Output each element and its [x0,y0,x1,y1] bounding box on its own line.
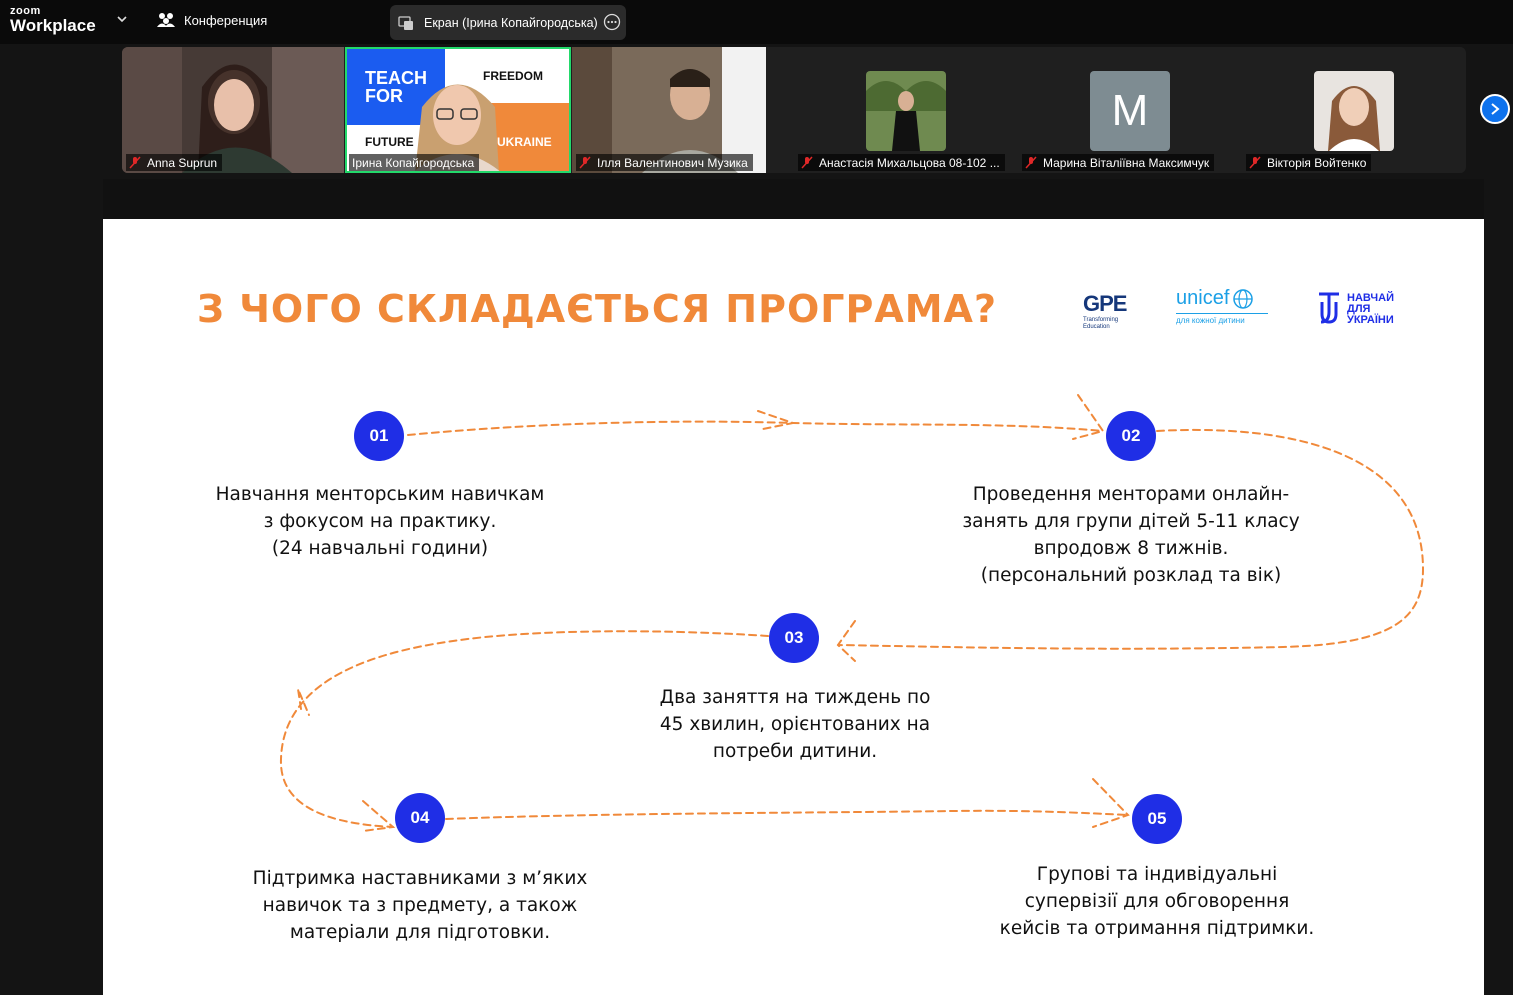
step-text-line: матеріали для підготовки. [289,922,551,943]
step-description-02: Проведення менторами онлайн- занять для … [943,481,1319,589]
mic-muted-icon [1025,156,1037,169]
step-text-line: (персональний розклад та вік) [980,565,1282,586]
step-text-line: Два заняття на тиждень по [659,687,931,708]
step-text-line: 45 хвилин, орієнтованих на [659,714,931,735]
participants-icon [157,13,175,27]
step-text-line: Навчання менторським навичкам [215,484,545,505]
step-text-line: з фокусом на практику. [263,511,497,532]
step-text-line: Проведення менторами онлайн- [972,484,1290,505]
unicef-logo-text: unicef [1176,287,1230,309]
mic-muted-icon [801,156,813,169]
chevron-right-icon [1491,103,1500,115]
shared-screen-slide: З ЧОГО СКЛАДАЄТЬСЯ ПРОГРАМА? GPE Transfo… [103,219,1484,995]
step-text-line: навичок та з предмету, а також [262,895,578,916]
step-description-04: Підтримка наставниками з м’яких навичок … [233,865,607,946]
teach-ukraine-logo: НАВЧАЙ ДЛЯ УКРАЇНИ [1317,292,1403,326]
step-text-line: (24 навчальні години) [271,538,489,559]
participant-name: Ірина Копайгородська [352,155,475,170]
step-text-line: супервізії для обговорення [1024,891,1290,912]
unicef-logo-subtext: для кожної дитини [1176,313,1268,325]
participant-name: Вікторія Войтенко [1267,155,1367,170]
next-page-button[interactable] [1480,94,1510,124]
participant-tile[interactable]: Anna Suprun [122,47,344,173]
screen-share-label: Екран (Ірина Копайгородська) [424,15,598,30]
unicef-logo: unicef для кожної дитини [1176,287,1268,325]
screen-share-indicator[interactable]: Екран (Ірина Копайгородська) [390,5,626,40]
participant-nameplate: Anna Suprun [126,154,223,171]
step-text-line: кейсів та отримання підтримки. [999,918,1315,939]
participant-name: Анастасія Михальцова 08-102 ... [819,155,1000,170]
meeting-label: Конференция [184,12,268,28]
teach-ukraine-text: НАВЧАЙ ДЛЯ УКРАЇНИ [1347,291,1394,326]
more-options-icon[interactable] [603,13,621,31]
participant-tile-active-speaker[interactable]: TEACH FOR FREEDOM FUTURE UKRAINE Ірина К… [345,47,571,173]
participant-nameplate: Вікторія Войтенко [1246,154,1372,171]
zoom-workplace-logo: zoom Workplace [10,6,96,35]
logo-bottom-text: Workplace [10,16,96,35]
participant-avatar-letter: M [1090,71,1170,151]
participant-name: Марина Віталіївна Максимчук [1043,155,1210,170]
participant-nameplate: Ірина Копайгородська [349,154,480,171]
gpe-logo-text: GPE [1083,291,1127,316]
step-text-line: занять для групи дітей 5-11 класу [962,511,1300,532]
teach-ukraine-icon [1319,292,1339,324]
participant-avatar [866,71,946,151]
participant-tile[interactable]: Вікторія Войтенко [1242,47,1464,173]
participant-nameplate: Анастасія Михальцова 08-102 ... [798,154,1005,171]
globe-icon [1233,288,1254,309]
participant-name: Anna Suprun [147,155,218,170]
chevron-down-icon[interactable] [115,12,129,26]
participant-tile[interactable]: Анастасія Михальцова 08-102 ... [794,47,1016,173]
meeting-info-button[interactable]: Конференция [156,12,267,28]
step-number-03: 03 [769,613,819,663]
participant-nameplate: Марина Віталіївна Максимчук [1022,154,1215,171]
shared-screen-header [103,179,1484,219]
step-description-01: Навчання менторським навичкам з фокусом … [203,481,557,562]
top-bar: zoom Workplace Конференция Екран (Ірина … [0,0,1513,44]
participant-tile[interactable]: Ілля Валентинович Музика [572,47,766,173]
participant-name: Ілля Валентинович Музика [597,155,748,170]
step-number-01: 01 [354,411,404,461]
mic-muted-icon [579,156,591,169]
slide-title: З ЧОГО СКЛАДАЄТЬСЯ ПРОГРАМА? [197,287,998,331]
participant-gallery: Anna Suprun TEACH FOR FREEDOM FUTURE UKR… [122,47,1466,173]
participant-tile[interactable]: M Марина Віталіївна Максимчук [1018,47,1240,173]
participant-nameplate: Ілля Валентинович Музика [576,154,753,171]
step-number-02: 02 [1106,411,1156,461]
step-text-line: впродовж 8 тижнів. [1033,538,1229,559]
step-text-line: потреби дитини. [712,741,878,762]
mic-muted-icon [129,156,141,169]
mic-muted-icon [1249,156,1261,169]
gpe-logo-subtext: Transforming Education [1083,317,1119,330]
participant-avatar [1314,71,1394,151]
step-number-04: 04 [395,793,445,843]
step-text-line: Групові та індивідуальні [1036,864,1278,885]
step-description-05: Групові та індивідуальні супервізії для … [977,861,1337,942]
screen-share-icon [398,15,413,30]
step-text-line: Підтримка наставниками з м’яких [252,868,588,889]
step-number-05: 05 [1132,794,1182,844]
step-description-03: Два заняття на тиждень по 45 хвилин, орі… [625,684,965,765]
gpe-logo: GPE Transforming Education [1083,291,1133,331]
